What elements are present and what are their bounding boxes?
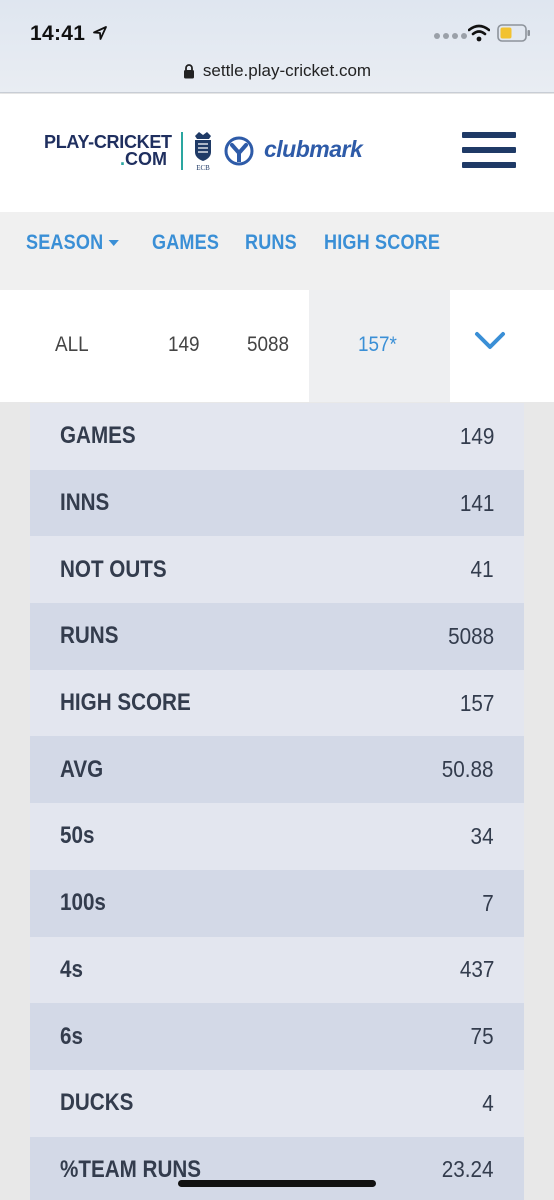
caret-down-icon: [108, 240, 119, 247]
stat-row: 4s 437: [30, 936, 524, 1004]
stat-row: 50s 34: [30, 803, 524, 870]
hamburger-menu-icon[interactable]: [462, 132, 516, 172]
stat-value: 141: [459, 489, 494, 516]
stat-row: DUCKS 4: [30, 1069, 524, 1137]
stat-value: 157: [459, 689, 494, 716]
stats-column-header: SEASON GAMES RUNS HIGH SCORE: [0, 212, 554, 290]
summary-games: 149: [168, 333, 200, 356]
column-high-score[interactable]: HIGH SCORE: [324, 231, 440, 255]
stat-label: 4s: [60, 955, 83, 983]
stats-detail-table: GAMES 149 INNS 141 NOT OUTS 41 RUNS 5088 HIG…: [30, 403, 524, 1200]
wifi-icon: [468, 24, 490, 42]
summary-row[interactable]: ALL 149 5088 157*: [0, 290, 554, 402]
summary-high-score: 157*: [358, 333, 397, 356]
play-cricket-logo[interactable]: PLAY-CRICKET .COM: [44, 133, 174, 169]
logo-line-2: COM: [125, 149, 168, 169]
stat-label: AVG: [60, 755, 104, 783]
stat-value: 50.88: [442, 756, 494, 783]
address-bar[interactable]: settle.play-cricket.com: [0, 58, 554, 84]
home-indicator[interactable]: [178, 1180, 376, 1187]
stat-row: 100s 7: [30, 869, 524, 937]
stat-label: 100s: [60, 889, 106, 917]
stat-value: 437: [459, 956, 494, 983]
stat-label: DUCKS: [60, 1089, 134, 1117]
chevron-down-icon[interactable]: [474, 330, 506, 352]
stat-value: 149: [459, 422, 494, 449]
clubmark-logo-icon: [224, 136, 254, 166]
status-time: 14:41: [30, 22, 86, 45]
stat-value: 5088: [447, 622, 494, 649]
season-label: SEASON: [26, 231, 104, 254]
stat-row: RUNS 5088: [30, 603, 524, 670]
ecb-logo: ECB: [195, 132, 211, 172]
stat-row: HIGH SCORE 157: [30, 669, 524, 737]
stat-value: 4: [482, 1089, 494, 1116]
stat-label: GAMES: [60, 422, 136, 450]
stat-row: GAMES 149: [30, 403, 524, 470]
stat-label: NOT OUTS: [60, 555, 167, 583]
stat-row: INNS 141: [30, 469, 524, 537]
stat-row: %TEAM RUNS 23.24: [30, 1136, 524, 1200]
summary-runs: 5088: [247, 333, 290, 356]
stat-label: INNS: [60, 489, 110, 517]
stat-value: 34: [470, 822, 494, 849]
column-games[interactable]: GAMES: [152, 231, 219, 255]
stat-row: AVG 50.88: [30, 736, 524, 804]
ecb-logo-text: ECB: [196, 164, 210, 172]
url-text: settle.play-cricket.com: [202, 61, 372, 80]
stat-value: 7: [482, 889, 494, 916]
clubmark-logo-text: clubmark: [264, 136, 363, 162]
browser-chrome: 14:41 settle.play-cricket.com: [0, 0, 554, 93]
stat-label: RUNS: [60, 622, 119, 650]
stat-row: 6s 75: [30, 1003, 524, 1070]
stat-value: 23.24: [442, 1156, 494, 1183]
stat-label: HIGH SCORE: [60, 689, 191, 717]
location-arrow-icon: [93, 26, 107, 40]
cellular-signal-icon: [434, 33, 467, 39]
site-header: PLAY-CRICKET .COM ECB clubmark: [0, 94, 554, 212]
summary-season: ALL: [55, 333, 89, 356]
stat-label: 50s: [60, 822, 95, 850]
lock-icon: [183, 63, 194, 78]
season-dropdown[interactable]: SEASON: [26, 231, 119, 255]
stat-value: 75: [470, 1023, 494, 1050]
battery-icon: [497, 24, 530, 42]
column-runs[interactable]: RUNS: [245, 231, 297, 255]
stat-label: 6s: [60, 1022, 83, 1050]
logo-divider: [181, 132, 183, 170]
stat-row: NOT OUTS 41: [30, 536, 524, 604]
stat-value: 41: [470, 556, 494, 583]
